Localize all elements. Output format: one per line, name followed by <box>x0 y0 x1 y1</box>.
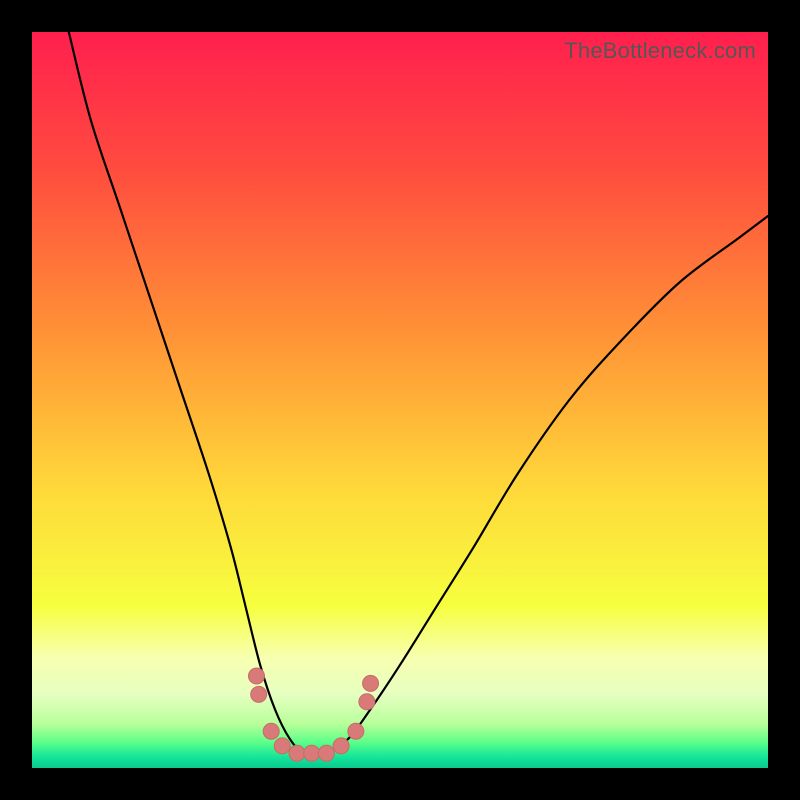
curve-marker <box>363 675 379 691</box>
curve-marker <box>274 738 290 754</box>
plot-area: TheBottleneck.com <box>32 32 768 768</box>
curve-marker <box>248 668 264 684</box>
curve-marker <box>263 723 279 739</box>
curve-marker <box>333 738 349 754</box>
watermark-text: TheBottleneck.com <box>564 38 756 64</box>
curve-marker <box>348 723 364 739</box>
curve-marker <box>289 745 305 761</box>
curve-marker <box>359 694 375 710</box>
chart-frame: TheBottleneck.com <box>0 0 800 800</box>
curve-layer <box>32 32 768 768</box>
curve-marker <box>251 686 267 702</box>
curve-marker <box>304 745 320 761</box>
curve-markers <box>248 668 378 761</box>
curve-marker <box>318 745 334 761</box>
bottleneck-curve <box>69 32 768 755</box>
